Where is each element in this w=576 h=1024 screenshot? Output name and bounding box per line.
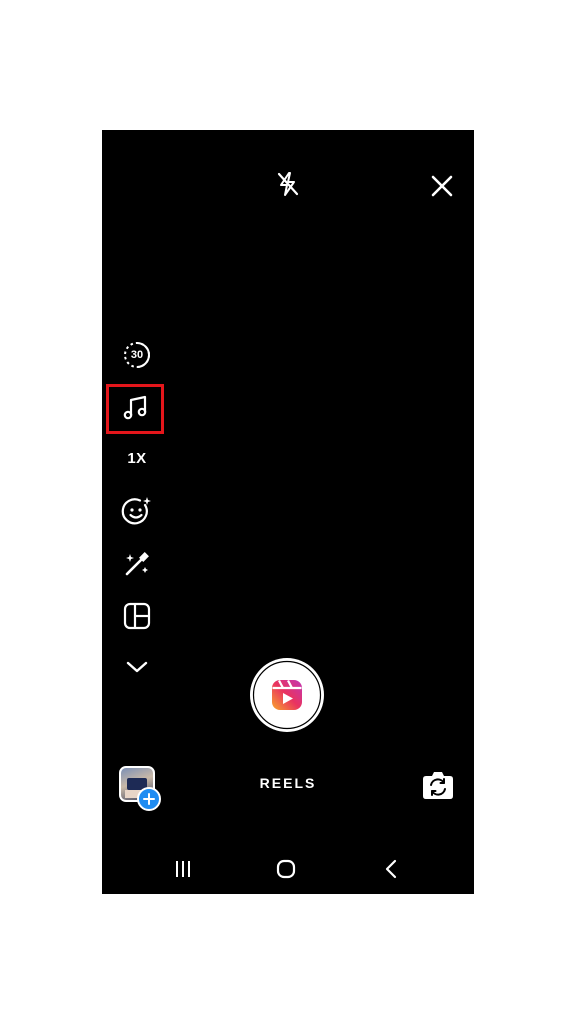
close-icon[interactable] xyxy=(426,170,458,202)
home-icon[interactable] xyxy=(271,856,301,882)
add-badge-icon[interactable] xyxy=(137,787,161,811)
timer-value: 30 xyxy=(130,349,144,361)
flash-off-icon[interactable] xyxy=(272,168,304,200)
mode-label[interactable]: REELS xyxy=(248,775,328,791)
timer-button[interactable]: 30 xyxy=(122,340,152,370)
camera-screen: 30 1X REELS xyxy=(102,130,474,894)
back-icon[interactable] xyxy=(376,856,406,882)
magic-wand-icon[interactable] xyxy=(121,548,153,580)
face-sparkle-icon[interactable] xyxy=(121,496,153,528)
recents-icon[interactable] xyxy=(168,856,198,882)
reels-record-button[interactable] xyxy=(248,656,326,734)
flip-camera-icon[interactable] xyxy=(420,768,456,802)
layout-grid-icon[interactable] xyxy=(121,600,153,632)
music-note-icon[interactable] xyxy=(121,393,151,423)
chevron-down-icon[interactable] xyxy=(122,655,152,679)
speed-label[interactable]: 1X xyxy=(122,450,152,470)
